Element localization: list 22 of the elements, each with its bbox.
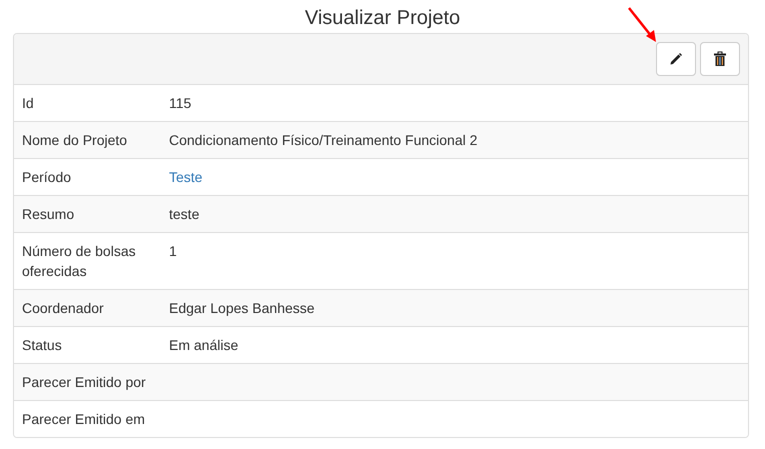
field-value: 115 bbox=[169, 95, 192, 111]
field-value: Em análise bbox=[169, 337, 238, 353]
pencil-icon bbox=[669, 52, 683, 66]
annotation-arrow bbox=[628, 7, 656, 42]
field-label: Período bbox=[22, 169, 72, 185]
field-label: Número de bolsas oferecidas bbox=[22, 243, 136, 279]
field-value: 1 bbox=[169, 243, 177, 259]
field-value: Condicionamento Físico/Treinamento Funcional 2 bbox=[169, 132, 478, 148]
field-value: teste bbox=[169, 206, 200, 222]
field-label: Parecer Emitido em bbox=[22, 411, 145, 427]
field-label: Id bbox=[22, 95, 34, 111]
field-label: Status bbox=[22, 337, 62, 353]
field-label: Nome do Projeto bbox=[22, 132, 128, 148]
trash-icon bbox=[713, 51, 727, 67]
field-label: Parecer Emitido por bbox=[22, 374, 146, 390]
field-link[interactable]: Teste bbox=[169, 169, 202, 185]
delete-button[interactable] bbox=[700, 42, 740, 76]
field-value: Edgar Lopes Banhesse bbox=[169, 300, 315, 316]
page-title: Visualizar Projeto bbox=[304, 6, 460, 31]
field-label: Resumo bbox=[22, 206, 74, 222]
field-label: Coordenador bbox=[22, 300, 104, 316]
edit-button[interactable] bbox=[656, 42, 696, 76]
